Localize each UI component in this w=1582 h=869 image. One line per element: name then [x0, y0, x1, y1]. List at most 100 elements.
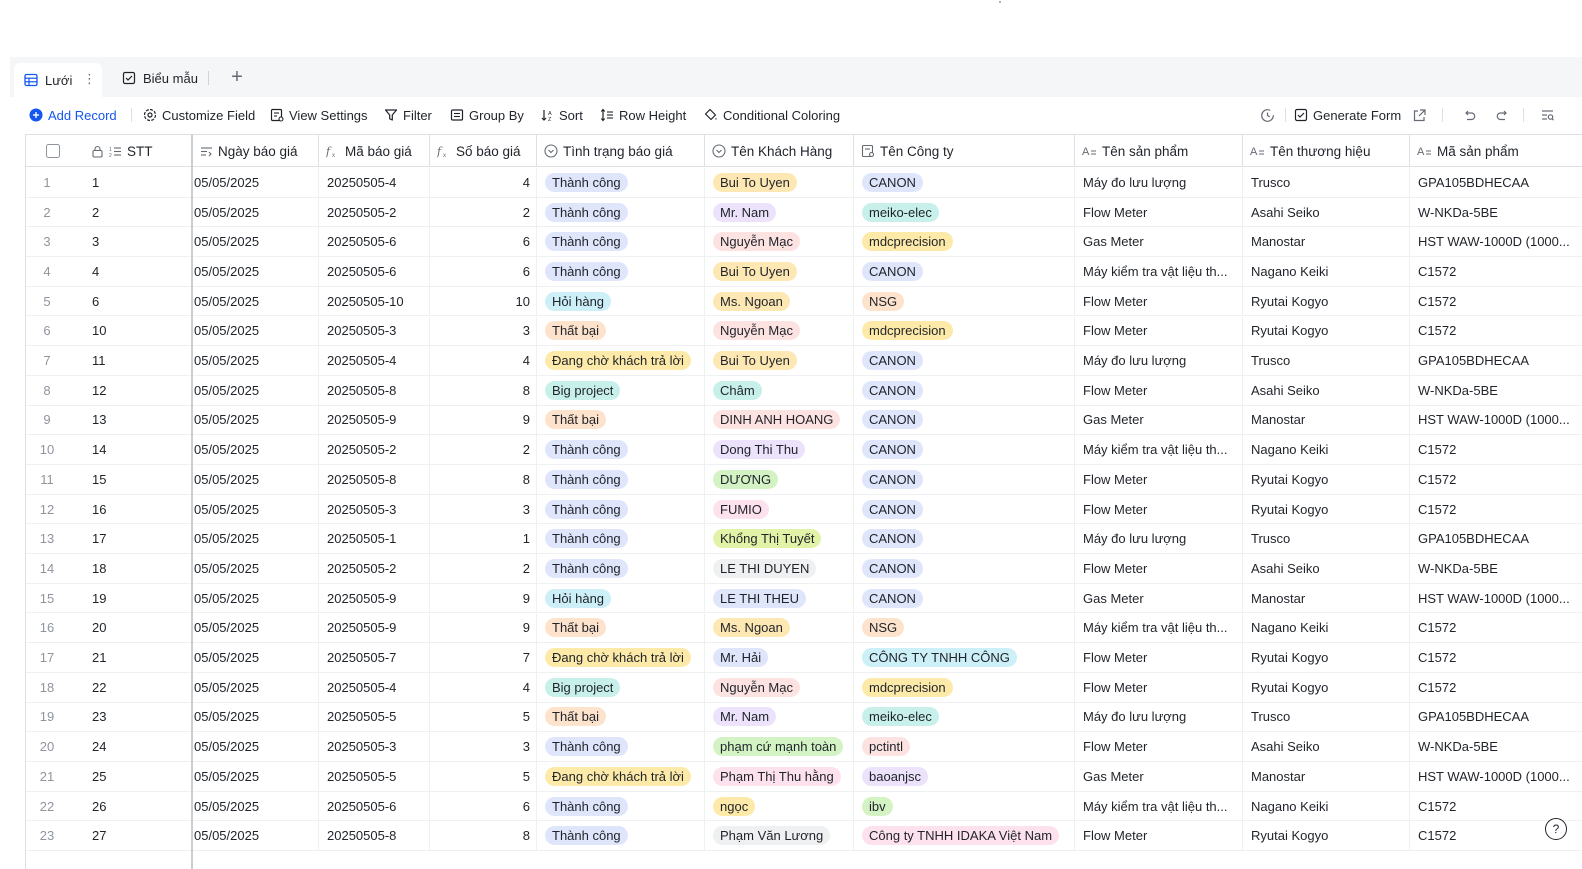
- cell-ten-cong-ty[interactable]: baoanjsc: [854, 762, 1075, 791]
- cell-ma-san-pham[interactable]: C1572: [1410, 287, 1582, 316]
- cell-ten-cong-ty[interactable]: mdcprecision: [854, 316, 1075, 346]
- cell-ten-cong-ty[interactable]: CANON: [854, 494, 1075, 524]
- cell-ten-san-pham[interactable]: Flow Meter: [1075, 465, 1243, 494]
- table-row[interactable]: 2 2 05/05/2025 20250505-2 2 Thành công Mr. Nam…: [26, 197, 1582, 228]
- table-row[interactable]: 23 27 05/05/2025 20250505-8 8 Thành công Phạm …: [26, 821, 1582, 852]
- undo-icon[interactable]: [1460, 106, 1478, 124]
- cell-tinh-trang[interactable]: Đang chờ khách trả lời: [537, 643, 705, 672]
- cell-ten-cong-ty[interactable]: CANON: [854, 465, 1075, 494]
- cell-stt[interactable]: 4: [84, 257, 192, 286]
- sort-button[interactable]: AZ Sort: [540, 106, 583, 124]
- help-button[interactable]: ?: [1545, 818, 1567, 840]
- cell-ngay-bao-gia[interactable]: 05/05/2025: [193, 583, 319, 613]
- filter-button[interactable]: Filter: [384, 106, 432, 124]
- cell-ten-cong-ty[interactable]: CANON: [854, 375, 1075, 405]
- cell-tinh-trang[interactable]: Thành công: [537, 494, 705, 524]
- table-row[interactable]: 20 24 05/05/2025 20250505-3 3 Thành công phạm …: [26, 732, 1582, 762]
- cell-so-bao-gia[interactable]: 6: [430, 791, 537, 821]
- cell-so-bao-gia[interactable]: 7: [430, 643, 537, 672]
- cell-so-bao-gia[interactable]: 9: [430, 583, 537, 613]
- table-row[interactable]: 14 18 05/05/2025 20250505-2 2 Thành công LE TH…: [26, 554, 1582, 584]
- cell-tinh-trang[interactable]: Đang chờ khách trả lời: [537, 346, 705, 375]
- table-row[interactable]: 18 22 05/05/2025 20250505-4 4 Big project Nguy…: [26, 672, 1582, 703]
- cell-ten-thuong-hieu[interactable]: Asahi Seiko: [1243, 375, 1410, 405]
- cell-ngay-bao-gia[interactable]: 05/05/2025: [193, 791, 319, 821]
- column-header-ma-san-pham[interactable]: A Mã sản phẩm: [1410, 135, 1582, 167]
- cell-ma-bao-gia[interactable]: 20250505-8: [319, 465, 430, 494]
- cell-ten-cong-ty[interactable]: pctintl: [854, 732, 1075, 761]
- column-header-so-bao-gia[interactable]: fx Số báo giá: [430, 135, 537, 167]
- cell-ma-san-pham[interactable]: GPA105BDHECAA: [1410, 703, 1582, 732]
- cell-stt[interactable]: 24: [84, 732, 192, 761]
- cell-ten-khach-hang[interactable]: ngọc: [705, 791, 854, 821]
- cell-ten-san-pham[interactable]: Gas Meter: [1075, 227, 1243, 257]
- cell-ma-san-pham[interactable]: C1572: [1410, 673, 1582, 702]
- cell-ten-khach-hang[interactable]: Châm: [705, 375, 854, 405]
- cell-ten-cong-ty[interactable]: NSG: [854, 613, 1075, 643]
- cell-tinh-trang[interactable]: Thất bại: [537, 405, 705, 435]
- table-row[interactable]: 13 17 05/05/2025 20250505-1 1 Thành công Khổng…: [26, 524, 1582, 555]
- cell-ten-cong-ty[interactable]: CANON: [854, 168, 1075, 197]
- cell-ngay-bao-gia[interactable]: 05/05/2025: [193, 168, 319, 197]
- table-row[interactable]: 1 1 05/05/2025 20250505-4 4 Thành công Bui To …: [26, 168, 1582, 198]
- search-list-icon[interactable]: [1538, 106, 1556, 124]
- cell-ten-khach-hang[interactable]: Nguyễn Mạc: [705, 227, 854, 257]
- cell-ngay-bao-gia[interactable]: 05/05/2025: [193, 702, 319, 732]
- cell-ten-cong-ty[interactable]: CANON: [854, 524, 1075, 554]
- cell-ten-thuong-hieu[interactable]: Nagano Keiki: [1243, 257, 1410, 286]
- cell-so-bao-gia[interactable]: 2: [430, 554, 537, 583]
- select-all-checkbox[interactable]: [26, 135, 84, 167]
- cell-ten-thuong-hieu[interactable]: Ryutai Kogyo: [1243, 465, 1410, 494]
- cell-ngay-bao-gia[interactable]: 05/05/2025: [193, 346, 319, 375]
- cell-ten-san-pham[interactable]: Gas Meter: [1075, 405, 1243, 435]
- table-row[interactable]: 19 23 05/05/2025 20250505-5 5 Thất bại Mr. Nam…: [26, 702, 1582, 733]
- cell-so-bao-gia[interactable]: 2: [430, 435, 537, 464]
- table-row[interactable]: 7 11 05/05/2025 20250505-4 4 Đang chờ khách t…: [26, 346, 1582, 376]
- view-settings-button[interactable]: View Settings: [270, 106, 368, 124]
- cell-ma-san-pham[interactable]: C1572: [1410, 495, 1582, 524]
- cell-ten-thuong-hieu[interactable]: Ryutai Kogyo: [1243, 672, 1410, 702]
- cell-so-bao-gia[interactable]: 8: [430, 375, 537, 405]
- cell-so-bao-gia[interactable]: 6: [430, 227, 537, 257]
- cell-stt[interactable]: 1: [84, 168, 192, 197]
- tab-grid[interactable]: Lưới ⋮: [14, 63, 102, 97]
- cell-ma-bao-gia[interactable]: 20250505-7: [319, 643, 430, 672]
- cell-ngay-bao-gia[interactable]: 05/05/2025: [193, 613, 319, 643]
- table-row[interactable]: 22 26 05/05/2025 20250505-6 6 Thành công ngọc i…: [26, 791, 1582, 822]
- cell-tinh-trang[interactable]: Thành công: [537, 554, 705, 583]
- cell-ma-bao-gia[interactable]: 20250505-8: [319, 821, 430, 851]
- cell-ma-san-pham[interactable]: GPA105BDHECAA: [1410, 168, 1582, 197]
- cell-ma-bao-gia[interactable]: 20250505-4: [319, 672, 430, 702]
- cell-tinh-trang[interactable]: Thành công: [537, 227, 705, 257]
- cell-ten-cong-ty[interactable]: mdcprecision: [854, 672, 1075, 702]
- cell-ngay-bao-gia[interactable]: 05/05/2025: [193, 494, 319, 524]
- cell-ten-thuong-hieu[interactable]: Nagano Keiki: [1243, 613, 1410, 643]
- cell-so-bao-gia[interactable]: 5: [430, 762, 537, 791]
- cell-so-bao-gia[interactable]: 1: [430, 524, 537, 554]
- cell-ma-san-pham[interactable]: HST WAW-1000D (1000...: [1410, 584, 1582, 613]
- table-row[interactable]: 5 6 05/05/2025 20250505-10 10 Hỏi hàng Ms. Ngo…: [26, 286, 1582, 317]
- cell-ten-cong-ty[interactable]: CANON: [854, 554, 1075, 583]
- cell-ten-khach-hang[interactable]: Dong Thi Thu: [705, 435, 854, 464]
- cell-ten-cong-ty[interactable]: CANON: [854, 346, 1075, 375]
- cell-ma-bao-gia[interactable]: 20250505-5: [319, 762, 430, 791]
- cell-ten-khach-hang[interactable]: Mr. Nam: [705, 197, 854, 227]
- row-height-button[interactable]: Row Height: [600, 106, 686, 124]
- conditional-coloring-button[interactable]: Conditional Coloring: [704, 106, 840, 124]
- cell-ten-khach-hang[interactable]: Bui To Uyen: [705, 346, 854, 375]
- column-header-ten-cong-ty[interactable]: Tên Công ty: [854, 135, 1075, 167]
- cell-ten-thuong-hieu[interactable]: Trusco: [1243, 702, 1410, 732]
- cell-stt[interactable]: 14: [84, 435, 192, 464]
- cell-ngay-bao-gia[interactable]: 05/05/2025: [193, 227, 319, 257]
- cell-ten-khach-hang[interactable]: FUMIO: [705, 494, 854, 524]
- cell-tinh-trang[interactable]: Thất bại: [537, 702, 705, 732]
- cell-ten-khach-hang[interactable]: phạm cứ mạnh toàn: [705, 732, 854, 761]
- cell-ten-thuong-hieu[interactable]: Trusco: [1243, 346, 1410, 375]
- cell-ten-cong-ty[interactable]: meiko-elec: [854, 197, 1075, 227]
- cell-ma-bao-gia[interactable]: 20250505-9: [319, 613, 430, 643]
- cell-ten-san-pham[interactable]: Flow Meter: [1075, 554, 1243, 583]
- cell-ten-khach-hang[interactable]: DƯƠNG: [705, 465, 854, 494]
- cell-ma-bao-gia[interactable]: 20250505-10: [319, 286, 430, 316]
- cell-ngay-bao-gia[interactable]: 05/05/2025: [193, 435, 319, 464]
- table-row[interactable]: 4 4 05/05/2025 20250505-6 6 Thành công Bui To …: [26, 257, 1582, 287]
